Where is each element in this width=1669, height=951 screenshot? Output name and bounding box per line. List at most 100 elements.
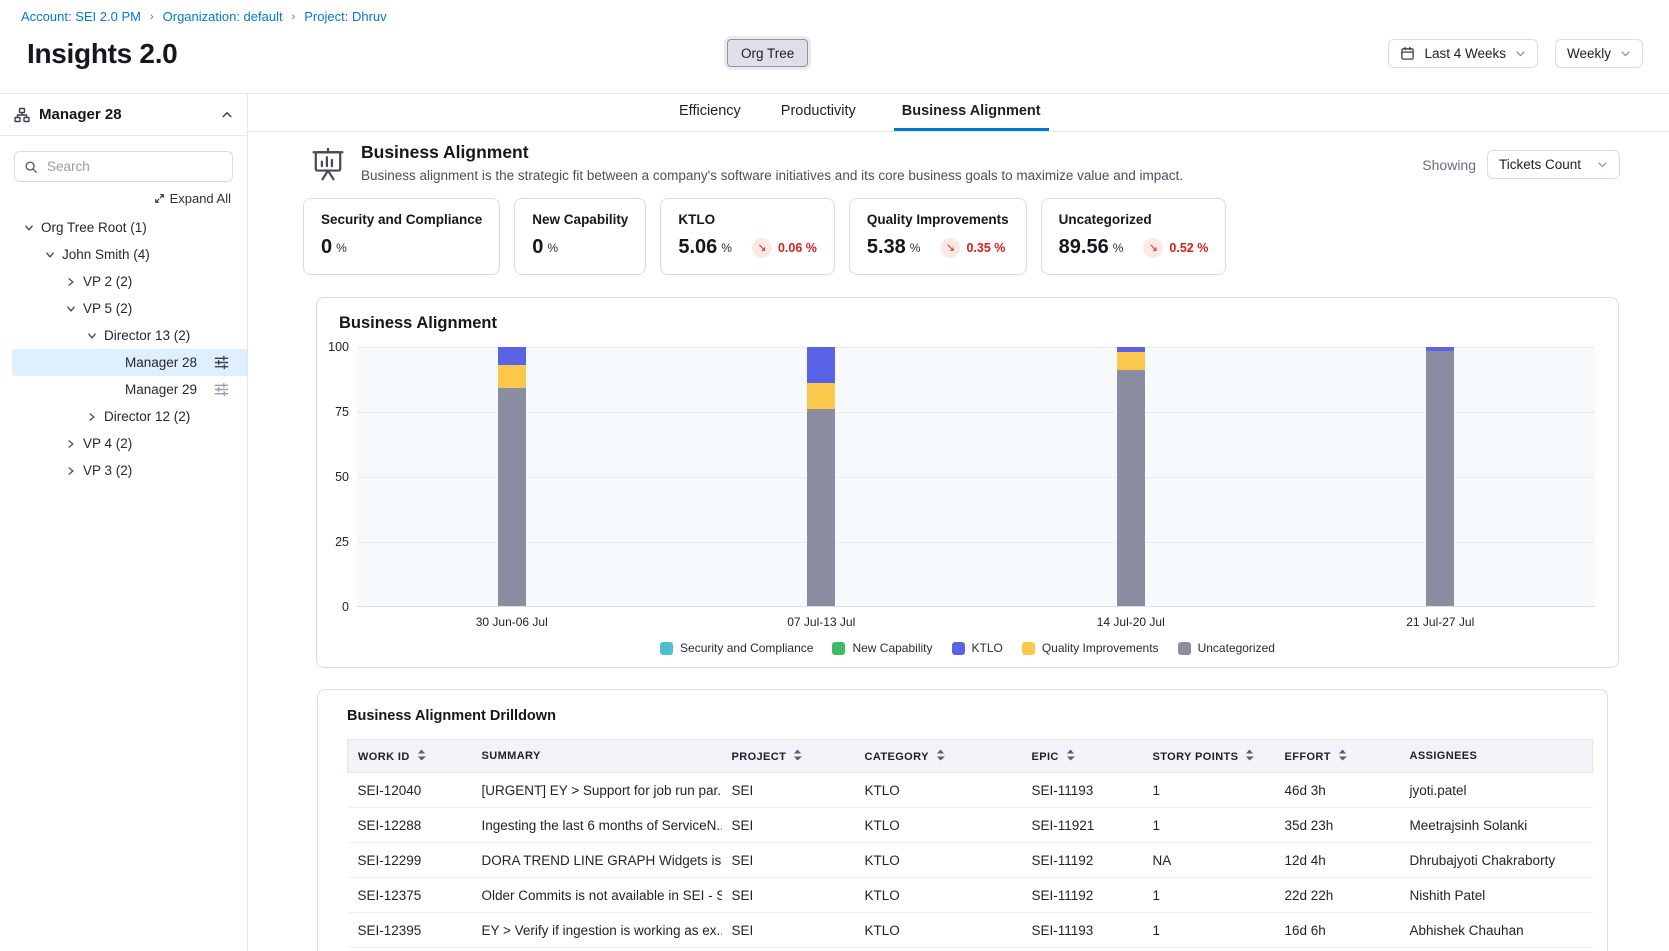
collapse-sidebar-icon[interactable] <box>221 109 233 121</box>
sidebar-item-vp-2-2[interactable]: VP 2 (2) <box>0 268 247 295</box>
column-header-assignees: ASSIGNEES <box>1400 740 1593 773</box>
sidebar-item-manager-29[interactable]: Manager 29 <box>0 376 247 403</box>
table-row[interactable]: SEI-12040[URGENT] EY > Support for job r… <box>348 773 1593 808</box>
legend-swatch <box>660 642 673 655</box>
legend-item-security-and-compliance[interactable]: Security and Compliance <box>660 641 813 655</box>
section-description: Business alignment is the strategic fit … <box>361 168 1183 183</box>
table-cell: Meetrajsinh Solanki <box>1400 808 1593 843</box>
presentation-chart-icon <box>308 145 348 185</box>
table-cell: jyoti.patel <box>1400 773 1593 808</box>
stat-card-value-row: 5.38%↘0.35 % <box>867 236 1009 259</box>
table-row[interactable]: SEI-12395EY > Verify if ingestion is wor… <box>348 913 1593 948</box>
table-cell: SEI-11193 <box>1022 773 1143 808</box>
chevron-down-icon[interactable] <box>83 331 101 341</box>
org-tree-button[interactable]: Org Tree <box>727 39 808 67</box>
table-cell: DORA TREND LINE GRAPH Widgets is n... <box>472 843 722 878</box>
stat-card-value: 5.38 <box>867 236 906 259</box>
stat-card-unit: % <box>721 241 732 255</box>
chevron-down-icon[interactable] <box>41 250 59 260</box>
expand-all-button[interactable]: Expand All <box>16 191 231 206</box>
showing-label: Showing <box>1422 157 1476 173</box>
legend-item-quality-improvements[interactable]: Quality Improvements <box>1022 641 1159 655</box>
x-axis-tick-label: 07 Jul-13 Jul <box>787 615 855 629</box>
stat-card-value-row: 5.06%↘0.06 % <box>678 236 817 259</box>
table-cell: SEI <box>722 808 855 843</box>
table-row[interactable]: SEI-12299DORA TREND LINE GRAPH Widgets i… <box>348 843 1593 878</box>
column-header-summary: SUMMARY <box>472 740 722 773</box>
filter-settings-icon[interactable] <box>214 355 229 370</box>
tab-productivity[interactable]: Productivity <box>779 94 858 131</box>
tab-efficiency[interactable]: Efficiency <box>677 94 743 131</box>
sort-icon <box>417 749 426 761</box>
legend-item-ktlo[interactable]: KTLO <box>952 641 1003 655</box>
sidebar-header: Manager 28 <box>0 94 247 136</box>
column-header-effort[interactable]: EFFORT <box>1275 740 1400 773</box>
chart-plot-area <box>357 347 1595 607</box>
sidebar-item-vp-3-2[interactable]: VP 3 (2) <box>0 457 247 484</box>
stat-card-unit: % <box>336 241 347 255</box>
metric-select[interactable]: Tickets Count <box>1487 150 1620 179</box>
column-header-project[interactable]: PROJECT <box>722 740 855 773</box>
bar-segment-quality-improvements <box>498 365 526 388</box>
column-header-work-id[interactable]: WORK ID <box>348 740 472 773</box>
chevron-down-icon[interactable] <box>20 223 38 233</box>
chart-x-axis: 30 Jun-06 Jul07 Jul-13 Jul14 Jul-20 Jul2… <box>357 615 1595 633</box>
sidebar-item-director-12-2[interactable]: Director 12 (2) <box>0 403 247 430</box>
tab-business-alignment[interactable]: Business Alignment <box>894 94 1049 131</box>
chevron-right-icon[interactable] <box>83 412 101 422</box>
column-header-story-points[interactable]: STORY POINTS <box>1143 740 1275 773</box>
breadcrumb-item-project[interactable]: Project: Dhruv <box>304 9 386 24</box>
breadcrumb-item-account[interactable]: Account: SEI 2.0 PM <box>21 9 141 24</box>
chart-title: Business Alignment <box>339 314 1618 333</box>
business-alignment-header: Business Alignment Business alignment is… <box>308 142 1620 185</box>
chart-bar-14-jul-20-jul[interactable] <box>1117 347 1145 606</box>
bar-segment-ktlo <box>498 347 526 365</box>
date-range-select[interactable]: Last 4 Weeks <box>1388 39 1538 68</box>
legend-item-uncategorized[interactable]: Uncategorized <box>1178 641 1275 655</box>
chart-bar-07-jul-13-jul[interactable] <box>807 347 835 606</box>
filter-settings-icon[interactable] <box>214 382 229 397</box>
table-row[interactable]: SEI-12288Ingesting the last 6 months of … <box>348 808 1593 843</box>
expand-all-label: Expand All <box>170 191 231 206</box>
chevron-right-icon[interactable] <box>62 439 80 449</box>
org-tree-sidebar: Manager 28 Expand All Org Tree Root (1)J… <box>0 94 248 951</box>
legend-item-new-capability[interactable]: New Capability <box>832 641 932 655</box>
chevron-right-icon[interactable] <box>62 277 80 287</box>
chevron-down-icon[interactable] <box>62 304 80 314</box>
expand-icon <box>154 193 165 204</box>
sidebar-item-vp-5-2[interactable]: VP 5 (2) <box>0 295 247 322</box>
section-text: Business Alignment Business alignment is… <box>361 142 1183 183</box>
table-cell: 22d 22h <box>1275 878 1400 913</box>
stat-card-uncategorized: Uncategorized89.56%↘0.52 % <box>1041 198 1227 275</box>
sidebar-title: Manager 28 <box>39 106 221 123</box>
trend-down-icon: ↘ <box>1143 238 1163 258</box>
table-cell: 46d 3h <box>1275 773 1400 808</box>
chart-bar-30-jun-06-jul[interactable] <box>498 347 526 606</box>
granularity-select[interactable]: Weekly <box>1555 39 1643 68</box>
sidebar-item-director-13-2[interactable]: Director 13 (2) <box>0 322 247 349</box>
search-input[interactable] <box>45 158 223 175</box>
stat-card-unit: % <box>1113 241 1124 255</box>
column-header-epic[interactable]: EPIC <box>1022 740 1143 773</box>
stat-card-value-row: 0% <box>532 236 628 259</box>
bar-segment-uncategorized <box>807 409 835 606</box>
main-content: Efficiency Productivity Business Alignment… <box>248 94 1669 951</box>
sidebar-item-manager-28[interactable]: Manager 28 <box>12 349 247 376</box>
table-row[interactable]: SEI-12375Older Commits is not available … <box>348 878 1593 913</box>
breadcrumb-item-organization[interactable]: Organization: default <box>163 9 283 24</box>
table-cell: KTLO <box>855 878 1022 913</box>
chevron-right-icon[interactable] <box>62 466 80 476</box>
sidebar-item-john-smith-4[interactable]: John Smith (4) <box>0 241 247 268</box>
chart-bar-21-jul-27-jul[interactable] <box>1426 347 1454 606</box>
table-cell: 1 <box>1143 773 1275 808</box>
sidebar-item-org-tree-root-1[interactable]: Org Tree Root (1) <box>0 214 247 241</box>
legend-label: New Capability <box>852 641 932 655</box>
stat-card-quality-improvements: Quality Improvements5.38%↘0.35 % <box>849 198 1027 275</box>
sidebar-item-vp-4-2[interactable]: VP 4 (2) <box>0 430 247 457</box>
column-header-label: SUMMARY <box>482 750 541 762</box>
tree-item-label: VP 5 (2) <box>83 301 132 316</box>
tabs: Efficiency Productivity Business Alignment <box>677 94 1049 131</box>
table-cell: [URGENT] EY > Support for job run par... <box>472 773 722 808</box>
column-header-category[interactable]: CATEGORY <box>855 740 1022 773</box>
tree-item-label: Director 12 (2) <box>104 409 190 424</box>
